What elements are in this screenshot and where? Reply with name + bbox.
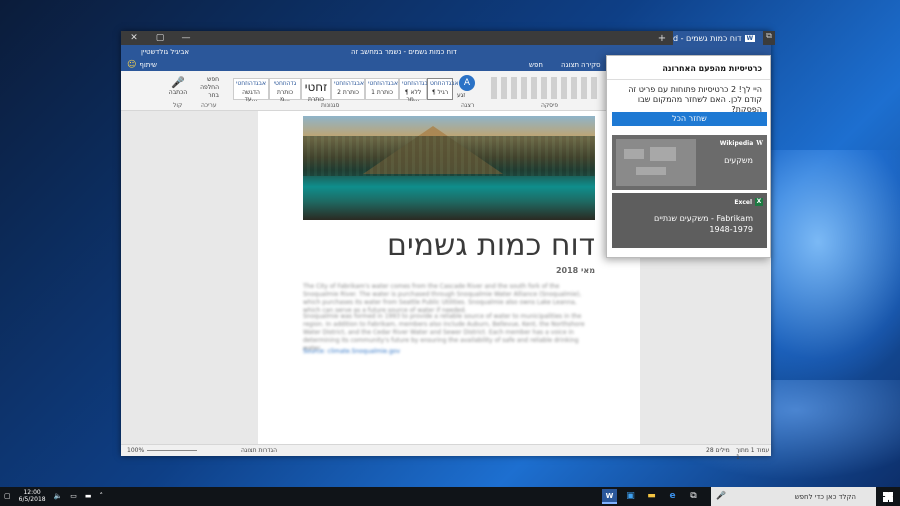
panel-title: כרטיסיות מהפעם האחרונה (662, 64, 762, 73)
editing-group: חפש החלפה בחר (193, 76, 219, 100)
date: 6/5/2018 (18, 496, 46, 503)
dictate-label: הכתבה (168, 89, 188, 96)
forest-shape (303, 136, 595, 176)
zoom-level[interactable]: 100% (127, 447, 144, 454)
volume-icon[interactable]: 🔈 (54, 492, 63, 500)
maximize-button[interactable]: ▢ (147, 31, 173, 45)
start-button[interactable] (876, 487, 900, 506)
paint-icon[interactable]: A (459, 75, 475, 91)
paragraph-group-label: פיסקה (541, 102, 559, 109)
zoom-slider[interactable] (147, 450, 197, 451)
tab-view[interactable]: תצוגה (561, 61, 579, 69)
minimize-icon: — (181, 33, 191, 43)
select-button[interactable]: בחר (193, 92, 219, 100)
time: 12:00 (23, 489, 41, 496)
document-link[interactable]: Source: climate.Snoqualmie.gov (303, 348, 595, 356)
document-paragraph: The City of Fabrikam's water comes from … (303, 283, 582, 314)
taskbar: ▢ 12:00 6/5/2018 🔈 ▭ ▬ ˄ W ▣ ▬ e ⧉ הקלד … (0, 487, 900, 506)
word-taskbar-icon[interactable]: W (602, 489, 617, 504)
style-item[interactable]: זחטי כותרת (301, 78, 331, 103)
status-bar: 100% הגדרות תצוגה 28 מילים עמוד 1 מתוך 1 (121, 444, 771, 461)
map-thumbnail (616, 139, 696, 186)
card-source: W Wikipedia (719, 140, 763, 147)
microphone-icon: 🎤 (171, 76, 185, 89)
close-button[interactable]: ✕ (121, 31, 147, 45)
plus-icon: + (657, 32, 667, 44)
panel-message: היי לך! 2 כרטיסיות פתוחות עם פריט זה קוד… (628, 85, 762, 114)
replace-button[interactable]: החלפה (193, 84, 219, 92)
tab-review[interactable]: סקירה (581, 61, 601, 69)
desktop-light-beam (770, 150, 900, 380)
windows-logo-icon (883, 491, 893, 502)
card-source: X Excel (734, 198, 763, 206)
system-tray: ▢ 12:00 6/5/2018 🔈 ▭ ▬ ˄ (4, 489, 103, 503)
title-bar: ✕ ▢ — + W דוח כמות גשמים - d (121, 31, 771, 45)
style-item[interactable]: אבגדהוזחטי הדגשה עד... (233, 78, 269, 103)
paint-button-label: זגע (457, 92, 466, 99)
edge-icon[interactable]: e (665, 489, 680, 504)
notification-icon[interactable]: ▢ (4, 492, 11, 500)
style-item[interactable]: אבגדהוזחטי ¶ ללא מר... (399, 78, 432, 103)
feedback-smiley-icon[interactable]: ☺ (127, 60, 136, 70)
user-name[interactable]: אביגיל גולדשטיין (141, 48, 189, 56)
style-item[interactable]: גדהוזחטי כותרת מ... (269, 78, 301, 103)
wikipedia-icon: W (756, 140, 763, 147)
style-item[interactable]: אבגדהוזחטי כותרת 1 (365, 78, 399, 100)
styles-group-label: סגנונות (321, 102, 340, 109)
style-item[interactable]: אבגדהוזחטי כותרת 2 (331, 78, 365, 100)
paint-group-label: רצגה (461, 102, 475, 109)
voice-group-label: קול (173, 102, 183, 109)
search-placeholder: הקלד כאן כדי לחפש (794, 492, 856, 501)
tab-view-icon: ⧉ (766, 31, 772, 40)
restore-all-button[interactable]: שחזר הכל (612, 112, 767, 126)
recent-tabs-panel: כרטיסיות מהפעם האחרונה היי לך! 2 כרטיסיו… (606, 55, 771, 258)
folder-icon[interactable]: ▬ (644, 489, 659, 504)
share-area: ☺ שיתוף (127, 60, 157, 70)
taskbar-apps: W ▣ ▬ e ⧉ (602, 489, 701, 504)
document-title: דוח כמות גשמים - נשמר במחשב זה (351, 48, 457, 56)
network-icon[interactable]: ▭ (70, 492, 77, 500)
clock[interactable]: 12:00 6/5/2018 (19, 489, 46, 503)
maximize-icon: ▢ (155, 33, 165, 43)
card-title: Fabrikam - משקעים שנתיים 1948-1979 (654, 214, 753, 234)
task-view-icon[interactable]: ⧉ (686, 489, 701, 504)
editing-group-label: עריכה (201, 102, 217, 109)
microphone-icon[interactable]: 🎤 (716, 491, 726, 500)
recent-card[interactable]: W Wikipedia משקעים (612, 135, 767, 190)
store-icon[interactable]: ▣ (623, 489, 638, 504)
word-count: 28 מילים (706, 447, 730, 454)
chevron-up-icon[interactable]: ˄ (100, 492, 104, 500)
dictate-button[interactable]: 🎤 הכתבה (167, 76, 189, 96)
page-count: עמוד 1 מתוך 1 (736, 447, 770, 461)
document-page[interactable]: דוח כמות גשמים מאי 2018 The City of Fabr… (258, 111, 640, 444)
tab-view-button[interactable]: ⧉ (763, 31, 775, 45)
search-box[interactable]: הקלד כאן כדי לחפש 🎤 (711, 487, 894, 506)
style-item-selected[interactable]: אבגדהוזחט ¶ רגיל (427, 78, 459, 100)
paragraph-tools[interactable] (491, 77, 601, 99)
lake-image (303, 116, 595, 220)
document-paragraph: Snoqualmie was formed in 1993 to provide… (303, 313, 585, 352)
find-button[interactable]: חפש (193, 76, 219, 84)
new-tab-button[interactable]: + (655, 31, 669, 45)
tab-search[interactable]: חפש (529, 61, 543, 69)
share-button[interactable]: שיתוף (139, 61, 157, 69)
recent-card[interactable]: X Excel Fabrikam - משקעים שנתיים 1948-19… (612, 193, 767, 248)
card-title: משקעים (724, 156, 753, 165)
display-settings[interactable]: הגדרות תצוגה (241, 447, 277, 454)
excel-icon: X (755, 198, 763, 206)
word-icon: W (744, 34, 756, 42)
document-date: מאי 2018 (555, 266, 595, 275)
window-tab[interactable]: W דוח כמות גשמים - d (673, 31, 771, 45)
minimize-button[interactable]: — (173, 31, 199, 45)
document-heading: דוח כמות גשמים (387, 228, 595, 263)
window-tab-title: דוח כמות גשמים - d (673, 33, 742, 43)
close-icon: ✕ (130, 33, 138, 43)
battery-icon[interactable]: ▬ (85, 492, 92, 500)
